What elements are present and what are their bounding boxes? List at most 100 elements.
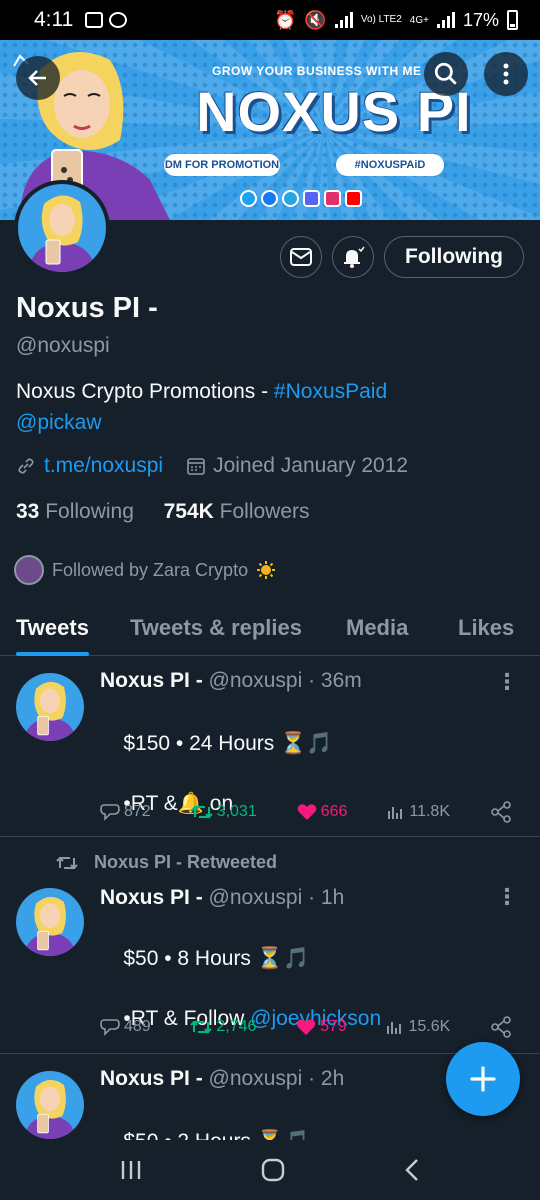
tweet-header: Noxus PI - @noxuspi · 1h xyxy=(100,886,345,909)
followed-by-row[interactable]: Followed by Zara Crypto xyxy=(14,555,276,585)
gallery-notification-icon xyxy=(85,12,104,28)
message-button[interactable] xyxy=(280,236,323,278)
like-button[interactable]: 666 xyxy=(297,803,347,821)
tweet-author-handle: @noxuspi xyxy=(208,886,303,909)
battery-icon xyxy=(507,10,518,30)
alarm-icon: ⏰ xyxy=(273,9,297,30)
reply-button[interactable]: 872 xyxy=(100,803,151,821)
profile-name: Noxus PI - xyxy=(16,292,158,324)
tweet-author-handle: @noxuspi xyxy=(208,1067,303,1090)
profile-counts: 33 Following 754K Followers xyxy=(16,500,310,524)
reply-button[interactable]: 489 xyxy=(100,1018,151,1036)
back-arrow-icon xyxy=(28,70,46,86)
profile-tabs: Tweets Tweets & replies Media Likes xyxy=(0,600,540,656)
home-icon[interactable] xyxy=(260,1157,286,1183)
instagram-icon xyxy=(324,190,341,207)
search-button[interactable] xyxy=(424,52,468,96)
banner-brand: NOXUS PI xyxy=(196,80,472,143)
profile-avatar[interactable] xyxy=(14,180,110,276)
bio-hashtag-link[interactable]: #NoxusPaid xyxy=(274,380,387,403)
vertical-dots-icon xyxy=(503,63,509,85)
share-icon xyxy=(491,801,511,823)
tweet-author-name: Noxus PI - xyxy=(100,669,203,692)
profile-website-link[interactable]: t.me/noxuspi xyxy=(44,454,163,478)
retweet-button[interactable]: 3,031 xyxy=(190,803,257,821)
tweet-time: 36m xyxy=(320,669,362,692)
retweet-button[interactable]: 2,746 xyxy=(190,1018,256,1036)
search-icon xyxy=(434,62,457,85)
bio-mention-link[interactable]: @pickaw xyxy=(16,411,102,434)
network-label: Vo) LTE2 xyxy=(360,14,402,25)
more-options-button[interactable] xyxy=(484,52,528,96)
profile-actions: Following xyxy=(280,236,524,278)
profile-meta: t.me/noxuspi Joined January 2012 xyxy=(16,454,408,478)
analytics-icon xyxy=(387,1022,402,1034)
tweet-more-button[interactable]: ⋮ xyxy=(496,671,518,693)
views-button[interactable]: 15.6K xyxy=(386,1018,450,1036)
envelope-icon xyxy=(290,248,313,266)
music-notes-emoji-icon: 🎵 xyxy=(306,732,333,755)
tweet-time: 1h xyxy=(320,886,345,909)
compose-tweet-button[interactable] xyxy=(446,1042,520,1116)
music-notes-emoji-icon: 🎵 xyxy=(282,947,310,970)
tweet-text: $50 • 2 Hours ⏳🎵 xyxy=(100,1095,309,1140)
retweet-icon xyxy=(190,1020,213,1034)
tab-likes[interactable]: Likes xyxy=(458,600,514,656)
tab-tweets-replies[interactable]: Tweets & replies xyxy=(130,600,302,656)
back-nav-icon[interactable] xyxy=(403,1158,421,1182)
tweet-header: Noxus PI - @noxuspi · 2h xyxy=(100,1067,345,1090)
tab-media[interactable]: Media xyxy=(346,600,408,656)
retweet-icon xyxy=(56,856,78,869)
hourglass-emoji-icon: ⏳ xyxy=(257,1130,283,1140)
plus-icon xyxy=(470,1066,496,1092)
cell-signal-icon xyxy=(436,12,455,28)
tweet-avatar[interactable] xyxy=(16,1071,84,1139)
following-count-link[interactable]: 33 Following xyxy=(16,500,134,523)
following-button[interactable]: Following xyxy=(384,236,524,278)
hourglass-emoji-icon: ⏳ xyxy=(280,732,307,755)
battery-percent: 17% xyxy=(462,9,499,30)
telegram-icon xyxy=(282,190,299,207)
reply-icon xyxy=(100,804,120,821)
tweet-actions: 489 2,746 579 15.6K xyxy=(100,1016,512,1038)
mute-icon: 🔇 xyxy=(304,9,327,30)
tweet-item[interactable]: Noxus PI - Retweeted Noxus PI - @noxuspi… xyxy=(0,838,540,1054)
tweet-item[interactable]: Noxus PI - @noxuspi · 36m ⋮ $150 • 24 Ho… xyxy=(0,657,540,837)
tab-tweets[interactable]: Tweets xyxy=(16,600,89,656)
back-button[interactable] xyxy=(16,56,60,100)
notifications-button[interactable] xyxy=(332,236,375,278)
banner-hashtag-pill: #NOXUSPAiD xyxy=(336,154,444,176)
sun-emoji-icon xyxy=(257,561,276,579)
tweet-author-name: Noxus PI - xyxy=(100,1067,203,1090)
status-time: 4:11 xyxy=(34,8,74,31)
heart-icon xyxy=(297,804,316,820)
hourglass-emoji-icon: ⏳ xyxy=(256,947,283,970)
tweet-avatar[interactable] xyxy=(16,673,84,741)
like-button[interactable]: 579 xyxy=(296,1018,347,1036)
share-icon xyxy=(491,1016,511,1038)
twitter-icon xyxy=(240,190,257,207)
follower-avatar xyxy=(14,555,44,585)
tweet-actions: 872 3,031 666 11.8K xyxy=(100,801,512,823)
tweet-avatar[interactable] xyxy=(16,888,84,956)
status-bar: 4:11 ⏰ 🔇 Vo) LTE2 4G+ 17% xyxy=(0,0,540,40)
avatar-image xyxy=(18,184,106,272)
analytics-icon xyxy=(388,807,403,819)
bell-check-icon xyxy=(344,246,365,268)
retweeted-label: Noxus PI - Retweeted xyxy=(56,852,277,873)
heart-icon xyxy=(296,1019,316,1035)
views-button[interactable]: 11.8K xyxy=(387,803,450,821)
recent-apps-icon[interactable] xyxy=(119,1159,143,1181)
network-type: 4G+ xyxy=(409,14,429,26)
share-button[interactable] xyxy=(490,801,512,823)
calendar-icon xyxy=(187,458,205,475)
tweet-more-button[interactable]: ⋮ xyxy=(496,886,518,908)
share-button[interactable] xyxy=(490,1016,512,1038)
discord-icon xyxy=(303,190,320,207)
followed-by-text: Followed by Zara Crypto xyxy=(52,559,249,580)
followers-count-link[interactable]: 754K Followers xyxy=(164,500,310,523)
system-nav-bar xyxy=(0,1140,540,1200)
reply-icon xyxy=(100,1019,120,1036)
link-icon xyxy=(18,458,34,474)
music-notes-emoji-icon: 🎵 xyxy=(283,1130,309,1140)
